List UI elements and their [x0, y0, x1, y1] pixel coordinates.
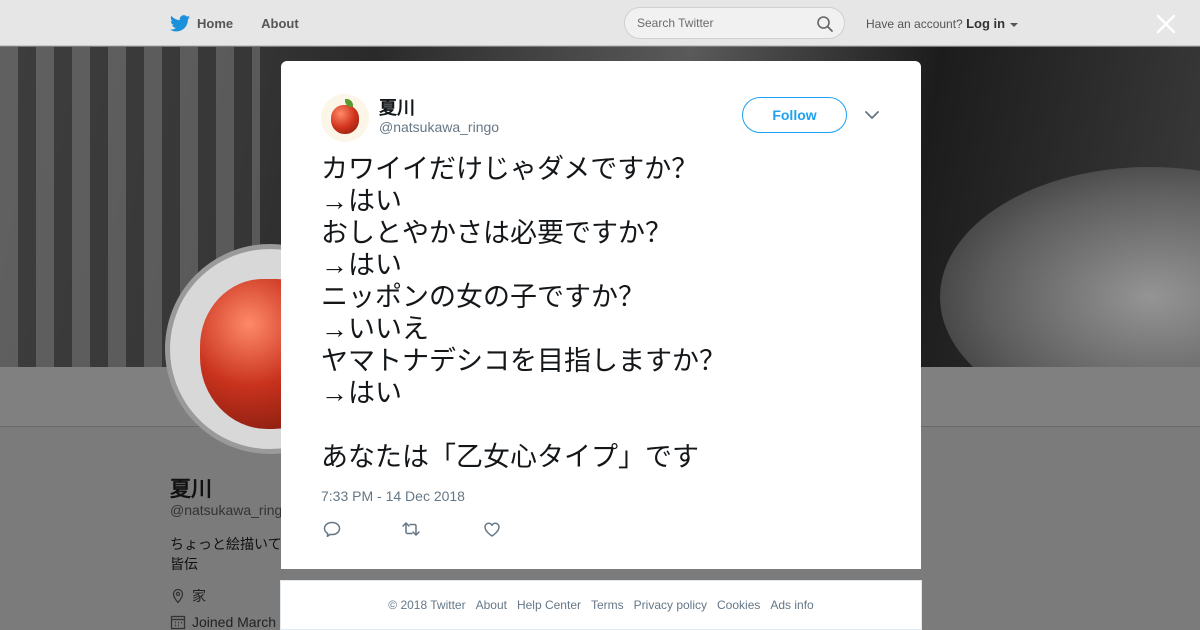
search-icon[interactable] — [816, 15, 834, 33]
footer-link-cookies[interactable]: Cookies — [717, 598, 760, 612]
footer-link-terms[interactable]: Terms — [591, 598, 624, 612]
footer-copyright: © 2018 Twitter — [388, 598, 466, 612]
tweet-line: あなたは「乙女心タイプ」です — [321, 442, 699, 472]
account-prompt: Have an account? — [866, 17, 963, 31]
like-icon[interactable] — [482, 520, 502, 538]
footer-link-help-center[interactable]: Help Center — [517, 598, 581, 612]
retweet-icon[interactable] — [401, 520, 421, 538]
tweet-line: →いいえ — [321, 314, 429, 344]
tweet-author-avatar[interactable] — [321, 94, 369, 142]
caret-down-icon[interactable] — [1010, 22, 1019, 27]
modal-footer: © 2018 Twitter About Help Center Terms P… — [280, 580, 922, 630]
login-link[interactable]: Log in — [966, 16, 1005, 31]
profile-handle[interactable]: @natsukawa_ringo — [170, 502, 290, 518]
tweet-line: →はい — [321, 378, 402, 408]
twitter-bird-icon[interactable] — [170, 14, 190, 32]
tweet-line: →はい — [321, 186, 402, 216]
footer-link-privacy-policy[interactable]: Privacy policy — [634, 598, 707, 612]
profile-bio: ちょっと絵描いて 皆伝 — [170, 536, 282, 572]
tweet-author-handle[interactable]: @natsukawa_ringo — [379, 119, 499, 135]
apple-image — [331, 105, 359, 134]
location-pin-icon — [172, 588, 184, 604]
tweet-line: ニッポンの女の子ですか？ — [321, 282, 645, 312]
tweet-line: ヤマトナデシコを目指しますか？ — [321, 346, 726, 376]
search-input[interactable]: Search Twitter — [624, 7, 845, 39]
top-navigation: Home About Search Twitter Have an accoun… — [0, 0, 1200, 46]
follow-button[interactable]: Follow — [742, 97, 847, 133]
tweet-modal: 夏川 @natsukawa_ringo Follow カワイイだけじゃダメですか… — [281, 61, 921, 569]
tweet-line: →はい — [321, 250, 402, 280]
profile-name: 夏川 — [170, 478, 212, 501]
calendar-icon — [170, 615, 186, 630]
close-icon[interactable] — [1154, 12, 1178, 36]
tweet-line: カワイイだけじゃダメですか？ — [321, 154, 699, 184]
nav-home-link[interactable]: Home — [197, 16, 233, 31]
account-area: Have an account? Log in — [866, 16, 1019, 31]
tweet-line: おしとやかさは必要ですか？ — [321, 218, 672, 248]
tweet-text: カワイイだけじゃダメですか？ →はい おしとやかさは必要ですか？ →はい ニッポ… — [321, 153, 891, 473]
footer-link-ads-info[interactable]: Ads info — [770, 598, 813, 612]
chevron-down-icon[interactable] — [864, 108, 880, 122]
tweet-timestamp[interactable]: 7:33 PM - 14 Dec 2018 — [321, 488, 465, 504]
nav-left: Home About — [170, 0, 327, 46]
profile-location-text: 家 — [192, 588, 206, 604]
tweet-line — [321, 409, 891, 441]
search-placeholder: Search Twitter — [637, 16, 714, 30]
profile-location: 家 — [170, 586, 206, 606]
reply-icon[interactable] — [322, 520, 342, 538]
footer-link-about[interactable]: About — [476, 598, 507, 612]
nav-about-link[interactable]: About — [261, 16, 299, 31]
profile-joined-text: Joined March — [192, 614, 277, 630]
profile-joined: Joined March — [170, 614, 282, 630]
tweet-author-name[interactable]: 夏川 — [379, 94, 415, 120]
